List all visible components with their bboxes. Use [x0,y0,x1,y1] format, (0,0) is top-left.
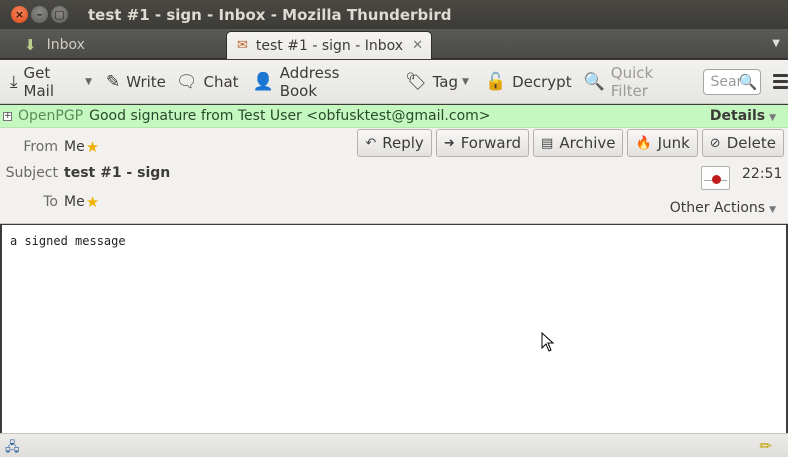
junk-flame-icon: 🔥 [635,135,652,151]
status-bar: 🖧 ✏ [0,433,788,457]
quick-filter-label: Quick Filter [610,63,654,100]
address-book-label: Address Book [279,63,340,100]
subject-row: Subject test #1 - sign [0,165,171,181]
tab-message-label: test #1 - sign - Inbox [255,37,404,54]
tab-message[interactable]: ✉ test #1 - sign - Inbox ✕ [226,31,432,59]
expand-plus-icon[interactable]: + [3,111,12,121]
openpgp-label: OpenPGP [18,108,84,124]
minimize-window-button[interactable]: – [31,6,48,23]
reply-label: Reply [382,134,424,152]
get-mail-button[interactable]: ⤓ Get Mail ▼ [6,63,96,100]
envelope-icon: ✉ [237,38,248,53]
main-toolbar: ⤓ Get Mail ▼ ✎ Write 🗨 Chat 👤 Address Bo… [0,60,788,104]
tag-label: Tag [432,72,459,91]
title-bar: × – ▢ test #1 - sign - Inbox - Mozilla T… [0,0,788,29]
online-status-icon[interactable]: 🖧 [5,438,20,457]
inbox-download-icon: ⬇ [24,36,37,54]
junk-button[interactable]: 🔥 Junk [627,129,698,157]
junk-label: Junk [657,134,690,152]
pencil-icon[interactable]: ✏ [759,437,772,455]
chevron-down-icon: ▼ [462,76,469,87]
message-header: From Me ★ Subject test #1 - sign To Me ★… [0,128,788,224]
chat-label: Chat [203,72,239,91]
chevron-down-icon: ▼ [769,205,776,215]
person-icon: 👤 [252,71,274,92]
search-icon[interactable]: 🔍 [738,72,758,92]
from-row: From Me ★ [0,138,99,156]
message-body[interactable]: a signed message [2,225,786,433]
delete-button[interactable]: ⊘ Delete [701,129,784,157]
hamburger-icon-bar [772,86,788,89]
get-mail-label: Get Mail [23,63,54,100]
other-actions-button[interactable]: Other Actions ▼ [670,200,776,216]
reply-arrow-icon: ↶ [365,135,377,151]
signed-envelope-icon[interactable] [701,166,730,190]
delete-label: Delete [726,134,776,152]
window-controls: × – ▢ [11,6,68,23]
to-row: To Me ★ [0,193,99,211]
forward-label: Forward [460,134,522,152]
tab-inbox-label: Inbox [46,37,85,53]
to-value[interactable]: Me [64,194,85,210]
pencil-icon: ✎ [106,71,121,92]
decrypt-key-icon: 🔓 [484,71,507,92]
minimize-icon: – [36,8,43,21]
to-label: To [43,194,58,210]
write-label: Write [126,72,166,91]
message-time: 22:51 [742,166,783,182]
wax-seal-icon [712,175,721,184]
header-actions: ↶ Reply ➜ Forward ▤ Archive 🔥 Junk ⊘ Del… [357,129,784,157]
tab-inbox[interactable]: ⬇ Inbox [18,31,218,59]
star-icon[interactable]: ★ [86,193,99,211]
from-value[interactable]: Me [64,139,85,155]
tag-button[interactable]: 🏷 Tag ▼ [401,67,473,97]
quick-filter-button[interactable]: 🔍 Quick Filter [580,63,694,100]
openpgp-status-bar: + OpenPGP Good signature from Test User … [0,105,788,128]
close-window-button[interactable]: × [11,6,28,23]
archive-button[interactable]: ▤ Archive [533,129,624,157]
decrypt-label: Decrypt [512,72,572,91]
tab-list-dropdown-icon[interactable]: ▼ [772,38,780,49]
subject-label: Subject [5,165,58,181]
chevron-down-icon: ▼ [769,113,776,123]
magnifier-icon: 🔍 [583,71,605,92]
maximize-window-button[interactable]: ▢ [51,6,68,23]
delete-prohibited-icon: ⊘ [709,135,721,151]
window-title: test #1 - sign - Inbox - Mozilla Thunder… [88,5,452,24]
tag-icon: 🏷 [405,71,427,92]
archive-box-icon: ▤ [541,135,554,151]
close-icon: × [14,8,25,21]
subject-value: test #1 - sign [64,165,171,181]
app-menu-button[interactable] [772,74,788,89]
forward-arrow-icon: ➜ [443,135,455,151]
star-icon[interactable]: ★ [86,138,99,156]
address-book-button[interactable]: 👤 Address Book [249,63,379,100]
reply-button[interactable]: ↶ Reply [357,129,432,157]
chat-button[interactable]: 🗨 Chat [172,67,243,97]
chevron-down-icon[interactable]: ▼ [85,77,92,87]
hamburger-icon-bar [772,74,788,77]
tab-bar: ⬇ Inbox ✉ test #1 - sign - Inbox ✕ ▼ [0,29,788,59]
maximize-icon: ▢ [54,8,65,21]
decrypt-button[interactable]: 🔓 Decrypt [481,67,576,97]
hamburger-icon-bar [772,80,788,83]
chat-bubble-icon: 🗨 [175,71,198,92]
from-label: From [23,139,58,155]
details-label: Details [709,108,766,124]
tab-close-icon[interactable]: ✕ [412,38,423,53]
download-icon: ⤓ [10,71,18,92]
forward-button[interactable]: ➜ Forward [435,129,530,157]
message-text: a signed message [10,234,126,248]
archive-label: Archive [559,134,616,152]
signature-status-text: Good signature from Test User <obfusktes… [89,108,491,124]
search-input[interactable]: Sear 🔍 [703,68,761,95]
write-button[interactable]: ✎ Write [102,67,170,97]
mouse-cursor-icon [541,332,555,352]
details-button[interactable]: Details ▼ [710,108,776,124]
other-actions-label: Other Actions [669,200,766,216]
